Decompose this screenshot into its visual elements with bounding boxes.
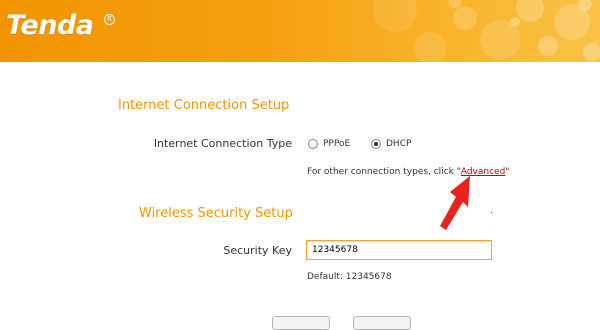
ok-button[interactable] (272, 316, 330, 330)
header-banner: Tenda R (0, 0, 600, 62)
security-key-label: Security Key (223, 244, 292, 257)
registered-mark: R (104, 14, 115, 25)
stray-dot (491, 212, 492, 213)
internet-setup-title: Internet Connection Setup (118, 98, 290, 113)
radio-pppoe[interactable] (308, 139, 318, 149)
radio-dhcp[interactable] (371, 139, 381, 149)
default-key-text: Default: 12345678 (307, 272, 392, 282)
cancel-button[interactable] (353, 316, 411, 330)
tenda-logo: Tenda (6, 10, 94, 41)
red-arrow-icon (440, 176, 470, 230)
radio-dhcp-label: DHCP (386, 139, 412, 149)
wireless-setup-title: Wireless Security Setup (139, 206, 293, 221)
security-key-input[interactable] (306, 240, 492, 260)
connection-hint: For other connection types, click "Advan… (307, 167, 509, 177)
connection-hint-quote: " (505, 167, 510, 177)
radio-dhcp-option[interactable]: DHCP (371, 139, 411, 149)
radio-pppoe-label: PPPoE (323, 139, 351, 149)
connection-type-label: Internet Connection Type (153, 137, 292, 150)
radio-pppoe-option[interactable]: PPPoE (308, 139, 350, 149)
